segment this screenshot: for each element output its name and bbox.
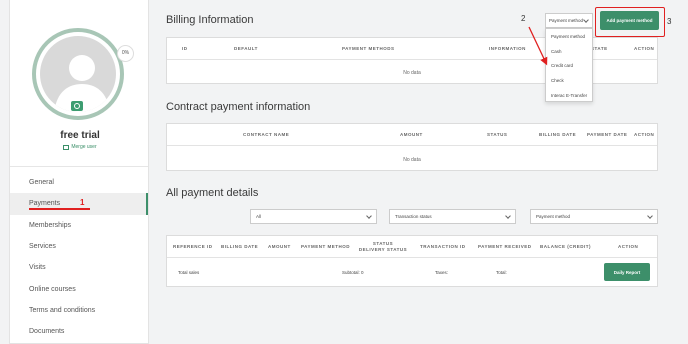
menu-item-general[interactable]: General [10,172,148,193]
payments-table: REFERENCE ID BILLING DATE AMOUNT PAYMENT… [166,235,658,287]
column-header: DELIVERY STATUS [358,247,408,252]
chevron-down-icon [505,213,511,219]
column-header-status: STATUS DELIVERY STATUS [358,241,408,253]
menu-item-label: Payments [29,200,61,208]
payment-method-select[interactable]: Payment method [545,13,593,28]
total-value: Total: [496,270,507,275]
menu-item-label: Visits [29,264,46,272]
empty-state: No data [403,157,421,163]
contract-title: Contract payment information [166,101,311,113]
menu-item-label: Services [29,243,56,251]
transaction-status-filter[interactable]: Transaction status [389,209,516,224]
select-value: Payment method [549,18,584,23]
menu-item-terms[interactable]: Terms and conditions [10,300,148,321]
column-header: ACTION [634,132,655,137]
menu-item-services[interactable]: Services [10,236,148,257]
step-3-marker: 3 [667,17,672,26]
period-filter[interactable]: All [250,209,377,224]
chevron-down-icon [647,213,653,219]
user-name: free trial [60,130,100,141]
billing-title: Billing Information [166,14,254,26]
column-header: ACTION [634,46,655,51]
column-header: AMOUNT [400,132,423,137]
column-header: CONTRACT NAME [243,132,290,137]
column-header: STATE [591,46,608,51]
step-1-marker: 1 [80,198,85,208]
payments-table-header: REFERENCE ID BILLING DATE AMOUNT PAYMENT… [167,236,657,258]
completion-badge: 0% [117,45,134,62]
chevron-down-icon [583,17,589,23]
column-header: ID [182,46,188,51]
column-header: DEFAULT [234,46,258,51]
filter-value: Transaction status [395,214,432,219]
subtotal-value: Subtotal: 0 [342,270,364,275]
menu-item-label: Online courses [29,285,76,293]
dropdown-option-cash[interactable]: Cash [546,44,592,59]
merge-user-label: Merge user [71,144,97,150]
column-header: BILLING DATE [221,244,259,249]
dropdown-option-payment-method[interactable]: Payment method [546,29,592,44]
menu-item-online-courses[interactable]: Online courses [10,278,148,299]
menu-item-label: General [29,179,54,187]
menu-item-visits[interactable]: Visits [10,257,148,278]
column-header: ACTION [618,244,639,249]
column-header: STATUS [487,132,508,137]
column-header: PAYMENT RECEIVED [478,244,532,249]
profile-panel: 0% free trial Merge user General Payment… [9,0,149,344]
payment-method-dropdown: Payment method Cash Credit card Check In… [545,28,593,102]
menu-item-label: Memberships [29,221,72,229]
chevron-down-icon [366,213,372,219]
contract-table-header: CONTRACT NAME AMOUNT STATUS BILLING DATE… [167,124,657,146]
total-sales-label: Total sales [178,270,200,275]
all-payments-title: All payment details [166,187,259,199]
highlight-underline [29,208,90,210]
merge-icon [63,144,70,150]
dropdown-option-interac[interactable]: Interac E-Transfer [546,88,592,103]
column-header: PAYMENT METHOD [301,244,351,249]
filter-value: All [256,214,262,219]
column-header: INFORMATION [489,46,526,51]
menu-item-documents[interactable]: Documents [10,321,148,342]
menu-item-payments[interactable]: Payments 1 [10,193,148,215]
dropdown-option-credit-card[interactable]: Credit card [546,59,592,74]
camera-icon[interactable] [71,101,83,111]
column-header: TRANSACTION ID [420,244,466,249]
step-2-marker: 2 [521,14,526,23]
payment-method-filter[interactable]: Payment method [530,209,658,224]
add-payment-method-button[interactable]: Add payment method [600,11,659,30]
menu-item-label: Documents [29,328,65,336]
menu-item-memberships[interactable]: Memberships [10,215,148,236]
column-header: AMOUNT [268,244,291,249]
taxes-value: Taxes: [435,270,449,275]
contract-table: CONTRACT NAME AMOUNT STATUS BILLING DATE… [166,123,658,171]
column-header: BILLING DATE [539,132,577,137]
filter-value: Payment method [536,214,571,219]
daily-report-button[interactable]: Daily Report [604,263,650,281]
merge-user-link[interactable]: Merge user [10,144,150,150]
column-header: PAYMENT METHODS [342,46,395,51]
column-header: REFERENCE ID [173,244,213,249]
dropdown-option-check[interactable]: Check [546,73,592,88]
column-header: BALANCE (CREDIT) [540,244,591,249]
divider [10,166,148,167]
profile-menu: General Payments 1 Memberships Services … [10,172,148,342]
column-header: PAYMENT DATE [587,132,628,137]
menu-item-label: Terms and conditions [29,306,96,314]
